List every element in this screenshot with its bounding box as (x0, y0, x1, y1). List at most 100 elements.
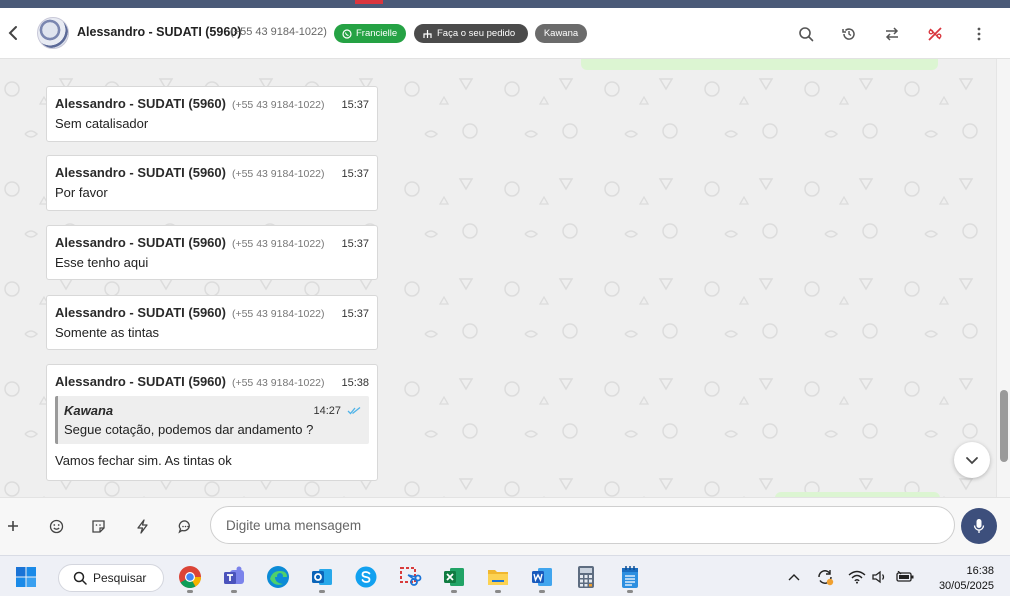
sticker-button[interactable] (87, 515, 109, 537)
whatsapp-icon (342, 28, 352, 39)
chat-scrollbar[interactable] (996, 59, 1010, 497)
quoted-sender: Kawana (64, 403, 114, 418)
chevron-up-icon (788, 574, 800, 581)
chevron-down-icon (966, 456, 978, 464)
history-button[interactable] (838, 23, 860, 45)
search-icon (73, 571, 87, 585)
taskbar-excel[interactable] (442, 565, 466, 593)
tab-indicator (355, 0, 383, 4)
search-icon (799, 27, 814, 42)
quoted-message[interactable]: Kawana 14:27 Segue cotação, podemos dar … (55, 396, 369, 444)
back-button[interactable] (4, 23, 22, 43)
sync-status[interactable] (813, 565, 837, 589)
taskbar-file-explorer[interactable] (486, 565, 510, 593)
history-icon (842, 28, 855, 40)
badge-flow[interactable]: Faça o seu pedido (414, 24, 528, 43)
quoted-text: Segue cotação, podemos dar andamento ? (64, 422, 314, 437)
taskbar-chrome[interactable] (178, 565, 202, 593)
chat-header: Alessandro - SUDATI (5960) (+55 43 9184-… (0, 8, 1010, 59)
voice-record-button[interactable] (961, 508, 997, 544)
transfer-button[interactable] (881, 23, 903, 45)
chrome-icon (179, 566, 201, 588)
message-sender: Alessandro - SUDATI (5960) (55, 165, 226, 180)
end-chat-button[interactable] (924, 23, 946, 45)
snipping-tool-icon (400, 567, 422, 586)
more-options-button[interactable] (968, 23, 990, 45)
message-time: 15:37 (341, 238, 369, 250)
taskbar-edge[interactable] (266, 565, 290, 589)
running-indicator (319, 590, 325, 593)
taskbar-skype[interactable] (354, 565, 378, 589)
running-indicator (231, 590, 237, 593)
message-phone: (+55 43 9184-1022) (231, 99, 325, 111)
templates-button[interactable] (174, 515, 196, 537)
volume-control[interactable] (868, 565, 892, 589)
show-hidden-icons[interactable] (782, 565, 806, 589)
taskbar-search[interactable]: Pesquisar (58, 564, 164, 592)
quoted-time: 14:27 (313, 404, 341, 417)
kebab-menu-icon (977, 27, 981, 41)
battery-status[interactable] (893, 565, 917, 589)
skype-icon (355, 566, 377, 588)
message-time: 15:37 (341, 308, 369, 320)
message-phone: (+55 43 9184-1022) (231, 238, 325, 250)
wifi-icon (848, 570, 866, 584)
sticker-icon (91, 519, 105, 533)
system-clock[interactable]: 16:38 30/05/2025 (928, 564, 994, 594)
message-text: Vamos fechar sim. As tintas ok (55, 453, 232, 468)
message-bubble[interactable]: Alessandro - SUDATI (5960) (+55 43 9184-… (46, 295, 378, 350)
microphone-icon (973, 519, 985, 533)
message-text: Por favor (55, 185, 108, 200)
windows-taskbar: Pesquisar 16:38 30/05/2025 (0, 555, 1010, 596)
scrollbar-thumb[interactable] (1000, 390, 1008, 462)
speaker-icon (872, 570, 885, 584)
emoji-button[interactable] (45, 515, 67, 537)
contact-avatar[interactable] (37, 17, 69, 49)
wifi-status[interactable] (845, 565, 869, 589)
taskbar-search-label: Pesquisar (93, 571, 147, 585)
message-bubble[interactable]: Alessandro - SUDATI (5960) (+55 43 9184-… (46, 155, 378, 211)
attach-button[interactable] (2, 515, 24, 537)
edge-icon (267, 566, 289, 588)
badge-user-label: Kawana (543, 28, 579, 39)
taskbar-snipping-tool[interactable] (398, 565, 422, 589)
message-bubble-with-quote[interactable]: Alessandro - SUDATI (5960) (+55 43 9184-… (46, 364, 378, 481)
quick-reply-button[interactable] (131, 515, 153, 537)
message-text: Sem catalisador (55, 116, 149, 131)
badge-user[interactable]: Kawana (535, 24, 587, 43)
taskbar-notepad[interactable] (618, 565, 642, 593)
badge-agent[interactable]: Francielle (334, 24, 406, 43)
message-time: 15:37 (341, 168, 369, 180)
lightning-icon (136, 518, 148, 534)
search-button[interactable] (795, 23, 817, 45)
message-input[interactable] (210, 506, 955, 544)
message-text: Esse tenho aqui (55, 255, 149, 270)
taskbar-word[interactable] (530, 565, 554, 593)
message-time: 15:38 (341, 377, 369, 389)
taskbar-outlook[interactable] (310, 565, 334, 593)
chat-area[interactable]: Alessandro - SUDATI (5960) (+55 43 9184-… (0, 59, 996, 497)
taskbar-teams[interactable] (222, 565, 246, 593)
running-indicator (495, 590, 501, 593)
message-time: 15:37 (341, 99, 369, 111)
calculator-icon (578, 566, 594, 588)
message-bubble[interactable]: Alessandro - SUDATI (5960) (+55 43 9184-… (46, 86, 378, 142)
message-bubble[interactable]: Alessandro - SUDATI (5960) (+55 43 9184-… (46, 225, 378, 280)
taskbar-calculator[interactable] (574, 565, 598, 589)
clock-date: 30/05/2025 (938, 580, 994, 592)
percent-close-icon (928, 27, 942, 41)
windows-logo-icon (16, 567, 36, 587)
scroll-to-bottom-button[interactable] (954, 442, 990, 478)
message-text: Somente as tintas (55, 325, 160, 340)
badge-flow-label: Faça o seu pedido (437, 28, 516, 39)
message-phone: (+55 43 9184-1022) (231, 308, 325, 320)
emoji-icon (49, 519, 63, 533)
excel-icon (444, 568, 464, 586)
flow-icon (423, 29, 432, 38)
battery-icon (896, 571, 914, 582)
chevron-left-icon (8, 26, 17, 40)
transfer-icon (885, 27, 899, 41)
contact-name[interactable]: Alessandro - SUDATI (5960) (77, 25, 241, 39)
start-button[interactable] (14, 565, 38, 589)
running-indicator (539, 590, 545, 593)
